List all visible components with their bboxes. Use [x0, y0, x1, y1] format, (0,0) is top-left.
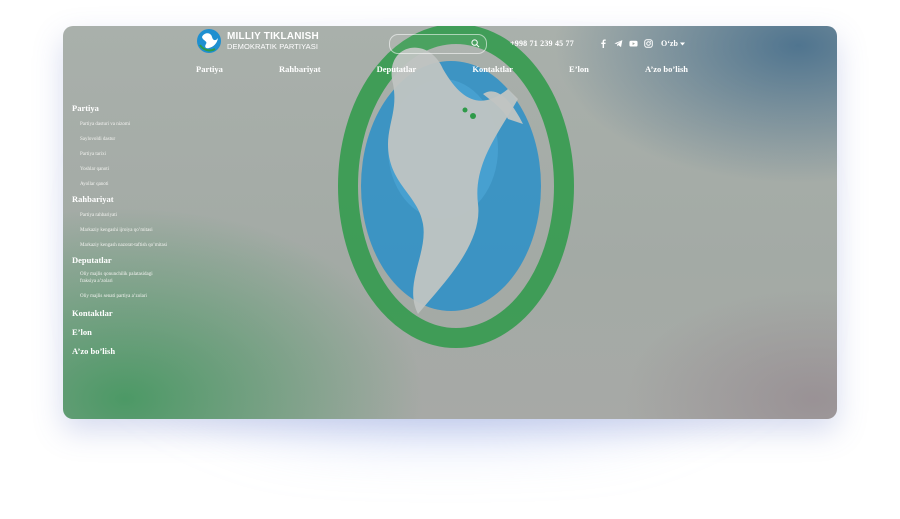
- search-icon[interactable]: [471, 39, 480, 48]
- mobile-menu-panel: MILLIY TIKLANISH DEMOKRATIK PARTIYASI +9…: [63, 26, 837, 419]
- logo-subtitle: DEMOKRATIK PARTIYASI: [227, 41, 319, 51]
- instagram-icon[interactable]: [644, 39, 653, 48]
- sidebar-item-saylovoldi-dastur[interactable]: Saylovoldi dastur: [72, 136, 192, 143]
- sidebar-section-kontaktlar[interactable]: Kontaktlar: [72, 308, 192, 318]
- nav-item-azo-bolish[interactable]: A’zo bo’lish: [645, 64, 688, 76]
- chevron-down-icon: [679, 42, 685, 45]
- sidebar-item-fraksiya-azolari[interactable]: Oliy majlis qonunchilik palatasidagi fra…: [72, 271, 160, 285]
- sidebar-item-ijroiya-qomitasi[interactable]: Markaziy kengashi ijroiya qo’mitasi: [72, 227, 192, 234]
- sidebar-menu: Partiya Partiya dasturi va nizomi Saylov…: [72, 103, 192, 356]
- nav-item-rahbariyat[interactable]: Rahbariyat: [279, 64, 321, 76]
- dove-logo-icon: [197, 29, 221, 53]
- sidebar-item-senat-azolari[interactable]: Oliy majlis senati partiya a’zolari: [72, 293, 192, 300]
- search-box[interactable]: [389, 34, 487, 54]
- phone-link[interactable]: +998 71 239 45 77: [510, 39, 574, 48]
- nav-item-elon[interactable]: E’lon: [569, 64, 589, 76]
- nav-item-deputatlar[interactable]: Deputatlar: [377, 64, 417, 76]
- logo-title: MILLIY TIKLANISH: [227, 30, 319, 42]
- nav-item-kontaktlar[interactable]: Kontaktlar: [472, 64, 513, 76]
- facebook-icon[interactable]: [599, 39, 608, 48]
- search-input[interactable]: [398, 37, 472, 53]
- language-label: O‘zb: [661, 39, 678, 48]
- sidebar-section-partiya[interactable]: Partiya: [72, 103, 192, 113]
- sidebar-item-ayollar-qanoti[interactable]: Ayollar qanoti: [72, 181, 192, 188]
- sidebar-section-elon[interactable]: E’lon: [72, 327, 192, 337]
- sidebar-item-partiya-tarixi[interactable]: Partiya tarixi: [72, 151, 192, 158]
- sidebar-item-dastur-nizom[interactable]: Partiya dasturi va nizomi: [72, 121, 192, 128]
- nav-item-partiya[interactable]: Partiya: [196, 64, 223, 76]
- sidebar-item-nazorat-taftish[interactable]: Markaziy kengash nazorat-taftish qo’mita…: [72, 242, 172, 249]
- telegram-icon[interactable]: [614, 39, 623, 48]
- sidebar-item-yoshlar-qanoti[interactable]: Yoshlar qanoti: [72, 166, 192, 173]
- sidebar-section-rahbariyat[interactable]: Rahbariyat: [72, 194, 192, 204]
- sidebar-item-partiya-rahbariyati[interactable]: Partiya rahbariyati: [72, 212, 192, 219]
- sidebar-section-azo-bolish[interactable]: A’zo bo’lish: [72, 346, 192, 356]
- party-logo[interactable]: MILLIY TIKLANISH DEMOKRATIK PARTIYASI: [196, 28, 319, 54]
- main-nav: Partiya Rahbariyat Deputatlar Kontaktlar…: [196, 64, 688, 76]
- social-links: [599, 39, 653, 48]
- youtube-icon[interactable]: [629, 39, 638, 48]
- sidebar-section-deputatlar[interactable]: Deputatlar: [72, 255, 192, 265]
- language-selector[interactable]: O‘zb: [661, 39, 685, 48]
- party-emblem-background: [338, 26, 574, 348]
